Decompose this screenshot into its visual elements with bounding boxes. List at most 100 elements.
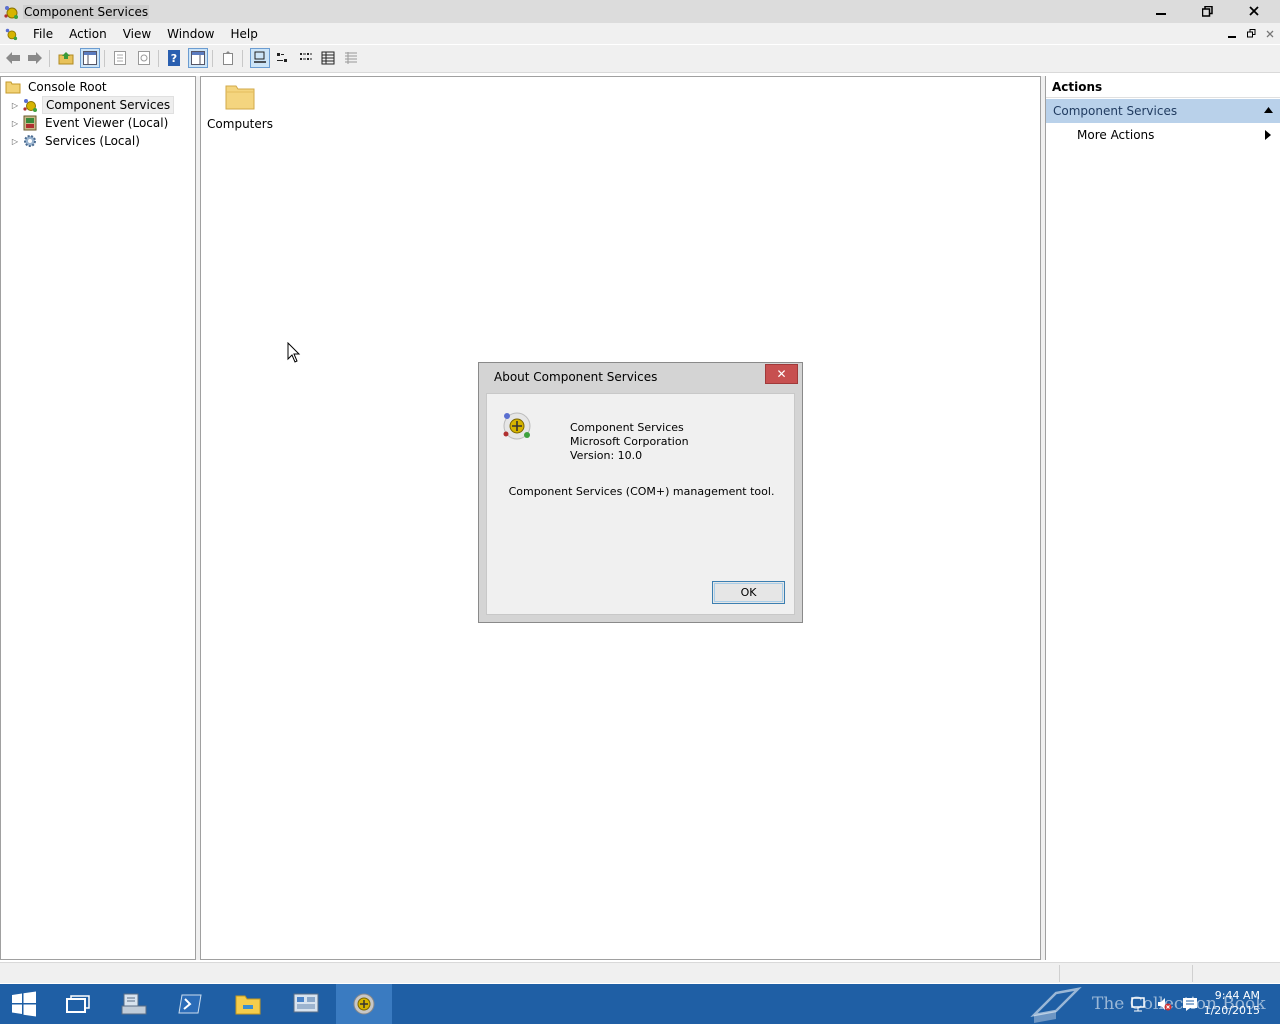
- ok-button[interactable]: OK: [712, 581, 785, 604]
- menu-action[interactable]: Action: [61, 27, 115, 41]
- server-manager-button[interactable]: [106, 984, 162, 1024]
- tree-item-event-viewer[interactable]: ▷ Event Viewer (Local): [10, 114, 171, 132]
- dialog-info: Component Services Microsoft Corporation…: [570, 421, 689, 463]
- properties-icon: [114, 51, 126, 65]
- detail-view-button[interactable]: [318, 48, 338, 68]
- expand-arrow-icon[interactable]: ▷: [10, 100, 20, 110]
- tree-item-label: Component Services: [42, 96, 175, 114]
- close-icon: [1249, 6, 1259, 16]
- menu-bar: File Action View Window Help: [0, 23, 1280, 44]
- restore-icon: [1201, 5, 1213, 17]
- detail-view-icon: [321, 51, 335, 65]
- start-button[interactable]: [0, 984, 48, 1024]
- child-restore-button[interactable]: [1242, 25, 1260, 42]
- close-icon: ✕: [776, 367, 787, 381]
- minimize-icon: [1156, 13, 1166, 15]
- tree-item-label: Event Viewer (Local): [45, 116, 169, 130]
- list-view-icon: [300, 53, 312, 60]
- help-icon: ?: [168, 50, 180, 66]
- tree-item-console-root[interactable]: Console Root: [5, 78, 110, 96]
- actions-section-component-services[interactable]: Component Services: [1046, 99, 1280, 123]
- expand-arrow-icon[interactable]: ▷: [10, 136, 20, 146]
- computers-folder-item[interactable]: Computers: [207, 81, 273, 131]
- component-services-icon: [4, 5, 18, 19]
- show-hide-tree-icon: [83, 51, 97, 65]
- taskbar: The Collection Book 9:44 AM 1/20/2015: [0, 984, 1280, 1024]
- services-gear-icon: [24, 135, 36, 147]
- expand-arrow-icon[interactable]: ▷: [10, 118, 20, 128]
- close-button[interactable]: [1231, 0, 1277, 22]
- tree-item-label: Console Root: [28, 80, 107, 94]
- status-view-icon: [345, 52, 357, 64]
- component-services-icon: [23, 99, 37, 112]
- action-center-icon[interactable]: [1182, 996, 1198, 1012]
- export-list-icon: [223, 51, 233, 65]
- status-separator: [1059, 965, 1060, 982]
- submenu-arrow-icon: [1265, 130, 1271, 140]
- properties-button[interactable]: [110, 48, 130, 68]
- folder-icon: [225, 85, 255, 110]
- restore-icon: [1246, 29, 1255, 38]
- actions-section-label: Component Services: [1053, 104, 1178, 118]
- help-button[interactable]: ?: [164, 48, 184, 68]
- show-hide-console-tree-button[interactable]: [80, 48, 100, 68]
- console-tree-pane: Console Root ▷ Component Services ▷ Even…: [0, 76, 196, 960]
- administrative-tools-button[interactable]: [278, 984, 334, 1024]
- child-close-button[interactable]: [1261, 25, 1279, 42]
- windows-logo-icon: [12, 991, 36, 1017]
- menu-view[interactable]: View: [115, 27, 159, 41]
- list-view-button[interactable]: [296, 48, 316, 68]
- toolbar-separator: [212, 50, 213, 67]
- dialog-close-button[interactable]: ✕: [765, 364, 798, 384]
- dialog-body: Component Services Microsoft Corporation…: [486, 393, 795, 615]
- clock[interactable]: 9:44 AM 1/20/2015: [1204, 988, 1260, 1018]
- more-actions-item[interactable]: More Actions: [1046, 123, 1280, 147]
- export-list-button[interactable]: [218, 48, 238, 68]
- actions-pane: Actions Component Services More Actions: [1045, 76, 1280, 960]
- tree-item-label: Services (Local): [45, 134, 140, 148]
- window-title: Component Services: [23, 4, 150, 19]
- tree-item-component-services[interactable]: ▷ Component Services: [10, 96, 175, 114]
- powershell-button[interactable]: [162, 984, 218, 1024]
- volume-muted-icon[interactable]: [1156, 996, 1172, 1012]
- collapse-arrow-icon[interactable]: [1264, 107, 1273, 113]
- back-button[interactable]: [3, 48, 23, 68]
- folder-icon: [5, 81, 21, 94]
- restore-button[interactable]: [1184, 0, 1230, 22]
- up-one-level-button[interactable]: [56, 48, 76, 68]
- large-icons-view-icon: [254, 51, 266, 63]
- file-explorer-icon: [235, 995, 261, 1015]
- show-hide-action-pane-button[interactable]: [188, 48, 208, 68]
- child-minimize-button[interactable]: [1223, 25, 1241, 42]
- forward-button[interactable]: [25, 48, 45, 68]
- component-services-icon: [353, 993, 375, 1015]
- refresh-icon: [138, 51, 150, 65]
- status-separator: [1192, 965, 1193, 982]
- book-logo-icon: [1030, 987, 1082, 1023]
- toolbar-separator: [158, 50, 159, 67]
- menu-help[interactable]: Help: [223, 27, 266, 41]
- powershell-icon: [178, 994, 202, 1014]
- status-bar: [0, 962, 1280, 983]
- back-arrow-icon: [6, 52, 20, 64]
- network-icon[interactable]: [1130, 996, 1146, 1012]
- tree-item-services[interactable]: ▷ Services (Local): [10, 132, 143, 150]
- about-dialog: About Component Services ✕ Component Ser…: [478, 362, 803, 623]
- console-menu-icon[interactable]: [4, 27, 18, 41]
- refresh-button[interactable]: [134, 48, 154, 68]
- server-manager-icon: [121, 993, 147, 1015]
- toolbar: ?: [0, 45, 1280, 73]
- dialog-description: Component Services (COM+) management too…: [508, 485, 775, 498]
- version-text: Version: 10.0: [570, 449, 643, 462]
- event-viewer-icon: [23, 115, 37, 131]
- clock-time: 9:44 AM: [1214, 989, 1260, 1002]
- component-services-taskbar-button[interactable]: [336, 984, 392, 1024]
- menu-file[interactable]: File: [25, 27, 61, 41]
- large-icons-view-button[interactable]: [250, 48, 270, 68]
- status-view-button[interactable]: [341, 48, 361, 68]
- file-explorer-button[interactable]: [220, 984, 276, 1024]
- minimize-button[interactable]: [1138, 0, 1184, 22]
- task-view-button[interactable]: [50, 984, 106, 1024]
- menu-window[interactable]: Window: [159, 27, 222, 41]
- small-icons-view-button[interactable]: [273, 48, 293, 68]
